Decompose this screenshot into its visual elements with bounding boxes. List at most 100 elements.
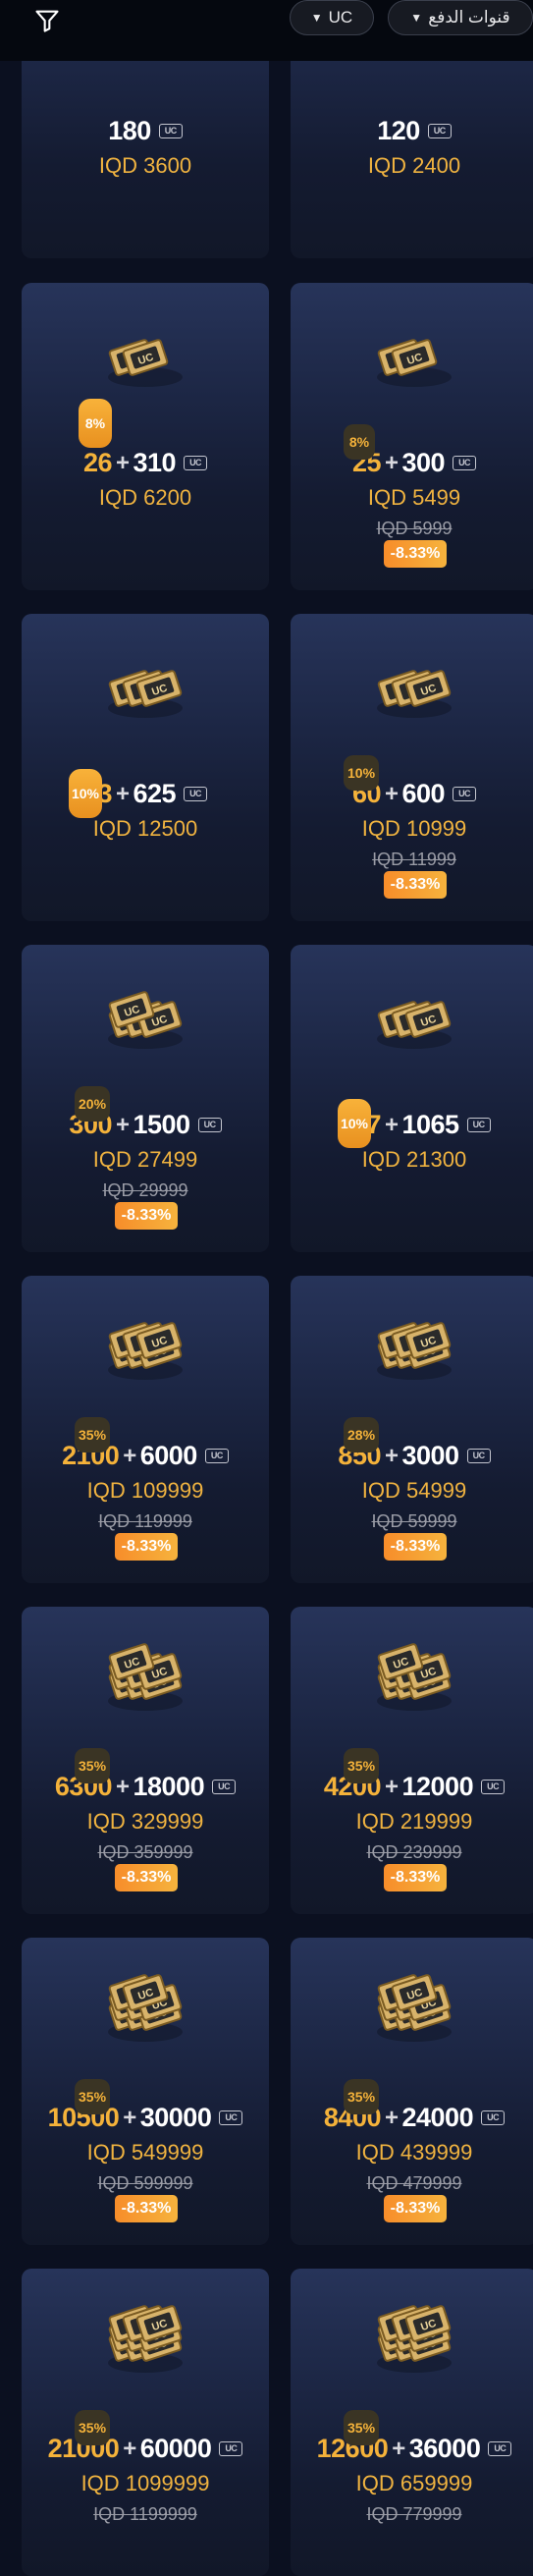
uc-amount: 107+1065UC — [291, 1110, 533, 1140]
discount-badge: -8.33% — [115, 1864, 178, 1891]
base-amount: 6000 — [139, 1441, 198, 1470]
uc-currency-icon: UC — [466, 1449, 491, 1463]
uc-currency-icon: UC — [219, 2110, 243, 2125]
discount-badge: -8.33% — [384, 2195, 447, 2222]
uc-package-card[interactable]: UCUCUCUCUCUCUC35%4200+12000UCIQD 219999I… — [291, 1607, 533, 1914]
plus-sign: + — [384, 449, 399, 476]
uc-currency-icon: UC — [197, 1118, 222, 1132]
payment-channel-label: قنوات الدفع — [428, 8, 510, 27]
uc-amount: 120 UC — [291, 116, 533, 146]
discount-badge: -8.33% — [384, 540, 447, 568]
uc-pack-icon: UCUCUCUCUCUCUC — [96, 1624, 194, 1723]
original-price: IQD 59999 — [371, 1511, 457, 1531]
uc-pack-icon: UCUCUCUCUCUC — [365, 1293, 463, 1392]
base-amount: 24000 — [401, 2103, 474, 2132]
plus-sign: + — [384, 780, 399, 807]
uc-package-card[interactable]: UCUC8%25+300UCIQD 5499IQD 5999-8.33% — [291, 283, 533, 590]
plus-sign: + — [123, 2104, 136, 2131]
uc-package-card[interactable]: UCUCUCUCUCUCUC35%6300+18000UCIQD 329999I… — [22, 1607, 269, 1914]
plus-sign: + — [115, 1111, 130, 1138]
bonus-percent-badge: 35% — [75, 1748, 111, 1783]
uc-currency-icon: UC — [184, 787, 208, 801]
uc-amount: 26 +310 UC — [22, 448, 269, 478]
filter-icon[interactable] — [27, 4, 67, 37]
base-amount: 120 — [377, 116, 420, 145]
uc-package-card[interactable]: UCUCUCUCUCUCUCUCUC35%21000+60000UCIQD 10… — [22, 2269, 269, 2576]
uc-currency-icon: UC — [466, 1118, 491, 1132]
uc-amount: 21000 +60000 UC — [22, 2434, 269, 2464]
uc-pack-icon: UCUC — [96, 301, 194, 399]
uc-amount: 60 +600 UC — [291, 779, 533, 809]
uc-package-card[interactable]: UCUCUCUCUCUCUCUC35%8400+24000UCIQD 43999… — [291, 1938, 533, 2245]
uc-currency-icon: UC — [158, 124, 183, 138]
uc-package-card[interactable]: UCUCUC10%60+600UCIQD 10999IQD 11999-8.33… — [291, 614, 533, 921]
bonus-percent-badge: 20% — [75, 1086, 111, 1122]
uc-currency-icon: UC — [212, 1780, 237, 1794]
original-price: IQD 5999 — [376, 519, 453, 538]
price: IQD 659999 — [355, 2471, 473, 2495]
uc-pack-icon: UCUCUCUCUCUCUCUCUC — [96, 2286, 194, 2384]
uc-package-card[interactable]: UCUCUCUCUCUC28%850+3000UCIQD 54999IQD 59… — [291, 1276, 533, 1583]
price: IQD 5499 — [367, 485, 461, 510]
uc-package-card[interactable]: UCUCUC10%63+625UCIQD 12500 — [22, 614, 269, 921]
bonus-percent-badge: 35% — [344, 2410, 380, 2445]
uc-currency-icon: UC — [481, 2110, 506, 2125]
price: IQD 12500 — [92, 816, 198, 841]
top-filter-bar: ▼ UC ▼ قنوات الدفع — [0, 0, 533, 61]
bonus-amount: 26 — [82, 448, 113, 477]
base-amount: 625 — [133, 779, 177, 808]
payment-channel-dropdown[interactable]: ▼ قنوات الدفع — [388, 0, 533, 35]
base-amount: 300 — [401, 448, 446, 477]
uc-currency-icon: UC — [453, 456, 477, 470]
uc-currency-icon: UC — [204, 1449, 229, 1463]
original-price: IQD 239999 — [366, 1842, 462, 1862]
uc-package-grid: UCUC180UCIQD 3600UCUC120UCIQD 2400UCUC8%… — [0, 0, 533, 2576]
bonus-percent-badge: 10% — [69, 769, 102, 818]
uc-pack-icon: UCUC — [365, 301, 463, 399]
bonus-percent-badge: 35% — [75, 2410, 111, 2445]
discount-badge: -8.33% — [384, 1864, 447, 1891]
uc-package-card[interactable]: UCUCUCUCUCUCUCUCUC35%12600+36000UCIQD 65… — [291, 2269, 533, 2576]
base-amount: 1065 — [401, 1110, 460, 1139]
price: IQD 2400 — [367, 153, 461, 178]
bonus-percent-badge: 8% — [79, 399, 112, 448]
price: IQD 27499 — [92, 1147, 198, 1172]
uc-package-card[interactable]: UCUCUCUCUCUCUCUC35%10500+30000UCIQD 5499… — [22, 1938, 269, 2245]
uc-pack-icon: UCUCUCUCUCUCUCUCUC — [365, 2286, 463, 2384]
uc-package-card[interactable]: UCUCUCUCUCUC35%2100+6000UCIQD 109999IQD … — [22, 1276, 269, 1583]
uc-filter-dropdown[interactable]: ▼ UC — [290, 0, 374, 35]
base-amount: 600 — [401, 779, 446, 808]
uc-package-card[interactable]: UCUCUCUC20%300+1500UCIQD 27499IQD 29999-… — [22, 945, 269, 1252]
price: IQD 21300 — [361, 1147, 467, 1172]
plus-sign: + — [115, 1773, 130, 1800]
plus-sign: + — [123, 1442, 136, 1469]
base-amount: 1500 — [133, 1110, 191, 1139]
price: IQD 109999 — [86, 1478, 204, 1503]
original-price: IQD 779999 — [366, 2504, 462, 2524]
plus-sign: + — [115, 449, 130, 476]
uc-pack-icon: UCUCUCUC — [96, 962, 194, 1061]
uc-currency-icon: UC — [427, 124, 452, 138]
discount-badge: -8.33% — [115, 1202, 178, 1230]
bonus-percent-badge: 8% — [344, 424, 375, 460]
discount-badge: -8.33% — [115, 2195, 178, 2222]
uc-pack-icon: UCUCUCUCUCUCUC — [365, 1624, 463, 1723]
caret-down-icon: ▼ — [410, 11, 423, 25]
uc-amount: 10500 +30000 UC — [22, 2103, 269, 2133]
uc-pack-icon: UCUCUC — [365, 631, 463, 730]
uc-package-card[interactable]: UCUCUC10%107+1065UCIQD 21300 — [291, 945, 533, 1252]
discount-badge: -8.33% — [384, 871, 447, 899]
base-amount: 12000 — [401, 1772, 474, 1801]
uc-package-card[interactable]: UCUC8%26+310 UC IQD 6200 — [22, 283, 269, 590]
base-amount: 3000 — [401, 1441, 460, 1470]
uc-amount: 2100 +6000 UC — [22, 1441, 269, 1471]
price: IQD 439999 — [355, 2140, 473, 2165]
uc-currency-icon: UC — [453, 787, 477, 801]
discount-badge: -8.33% — [115, 1533, 178, 1561]
plus-sign: + — [384, 1111, 399, 1138]
plus-sign: + — [384, 1773, 399, 1800]
uc-currency-icon: UC — [488, 2441, 512, 2456]
uc-pack-icon: UCUCUCUCUCUCUCUC — [96, 1955, 194, 2054]
bonus-percent-badge: 35% — [75, 1417, 111, 1452]
caret-down-icon: ▼ — [310, 11, 323, 25]
